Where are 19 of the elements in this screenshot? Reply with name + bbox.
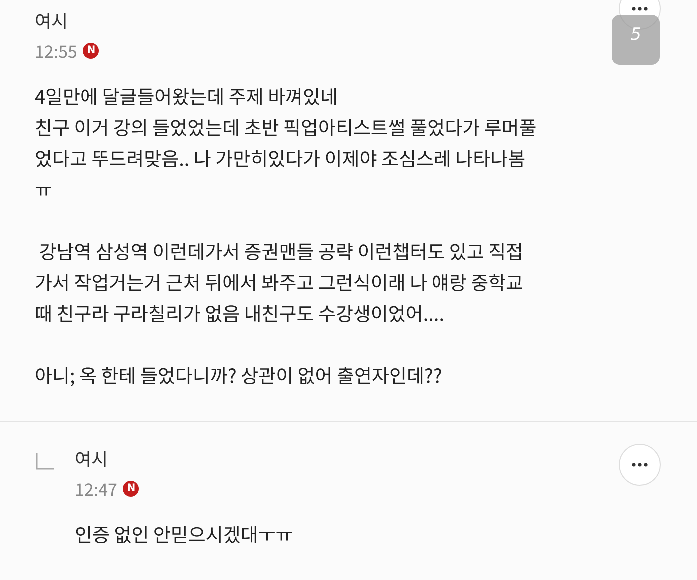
- author-name: 여시: [35, 8, 68, 34]
- more-icon: [632, 463, 648, 467]
- new-badge: N: [83, 42, 100, 58]
- comment-text-line: 었다고 뚜드려맞음.. 나 가만히있다가 이제야 조심스레 나타나봄: [35, 144, 527, 174]
- author-name: 여시: [75, 446, 108, 472]
- page-count-badge: 5: [612, 15, 660, 65]
- comment-text-line: 강남역 삼성역 이런데가서 증권맨들 공략 이런챕터도 있고 직접: [38, 237, 525, 267]
- comment-text-line: 인증 없인 안믿으시겠대ㅜㅠ: [75, 520, 294, 550]
- comment-time: 12:47: [75, 476, 118, 501]
- comment-text-line: ㅠ: [35, 175, 54, 205]
- more-options-button[interactable]: [619, 444, 661, 486]
- comment-text-line: 4일만에 달글들어왔는데 주제 바껴있네: [35, 82, 339, 112]
- comment-time: 12:55: [35, 38, 78, 63]
- comment-text-line: 가서 작업거는거 근처 뒤에서 봐주고 그런식이래 나 얘랑 중학교: [35, 268, 525, 298]
- more-icon: [632, 7, 648, 11]
- comment-text-line: 친구 이거 강의 들었었는데 초반 픽업아티스트썰 풀었다가 루머풀: [35, 113, 538, 143]
- comment-text-line: 아니; 옥 한테 들었다니까? 상관이 없어 출연자인데??: [35, 361, 444, 391]
- comment-text-line: 때 친구라 구라칠리가 없음 내친구도 수강생이었어....: [35, 299, 446, 329]
- new-badge: N: [123, 480, 140, 496]
